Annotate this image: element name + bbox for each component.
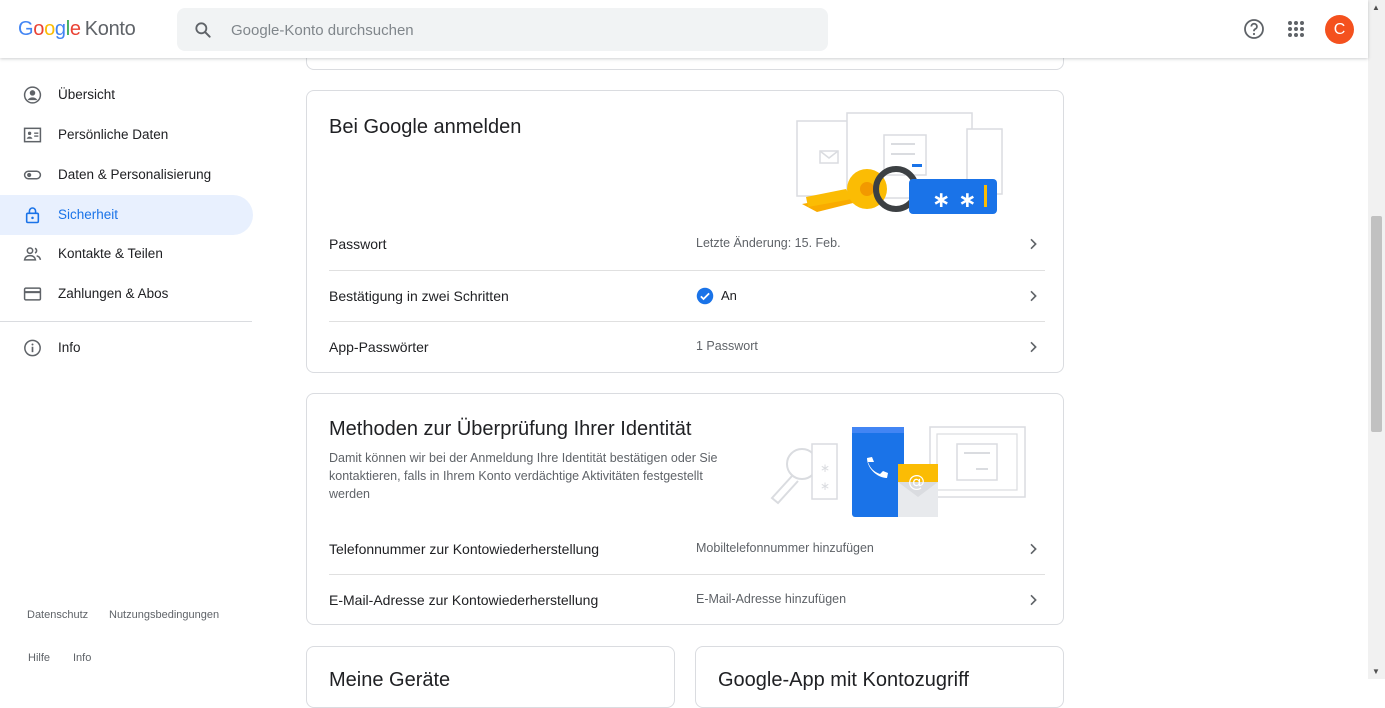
google-konto-logo[interactable]: Google Konto — [18, 18, 136, 41]
signin-card: Bei Google anmelden ∗ ∗ Passwort Letzte … — [306, 90, 1064, 373]
row-label: Bestätigung in zwei Schritten — [329, 288, 509, 304]
sidebar-item-kontakte-teilen[interactable]: Kontakte & Teilen — [0, 234, 253, 274]
chevron-right-icon — [1030, 238, 1037, 250]
search-input[interactable] — [229, 8, 793, 53]
recovery-phone-email-illustration: ∗ ∗ @ — [770, 426, 1026, 517]
chevron-right-icon — [1030, 290, 1037, 302]
sidebar-item-info[interactable]: Info — [0, 328, 253, 368]
sidebar-item-sicherheit[interactable]: Sicherheit — [0, 195, 253, 235]
app-header: GoogleKonto C — [0, 0, 1368, 58]
card-title: Bei Google anmelden — [329, 116, 522, 138]
identity-verification-card: Methoden zur Überprüfung Ihrer Identität… — [306, 393, 1064, 625]
check-circle-icon — [696, 287, 714, 305]
sidebar-divider — [0, 321, 252, 322]
sidebar-item-zahlungen-abos[interactable]: Zahlungen & Abos — [0, 274, 253, 314]
chevron-right-icon — [1030, 341, 1037, 353]
id-card-icon — [23, 127, 42, 143]
footer-link-hilfe[interactable]: Hilfe — [28, 652, 50, 664]
card-description: Damit können wir bei der Anmeldung Ihre … — [329, 451, 718, 501]
row-value: Mobiltelefonnummer hinzufügen — [696, 541, 874, 555]
svg-text:@: @ — [908, 472, 925, 492]
my-devices-card[interactable]: Meine Geräte — [306, 646, 675, 708]
svg-text:∗: ∗ — [820, 461, 830, 475]
app-passwords-row[interactable]: App-Passwörter 1 Passwort — [329, 321, 1045, 372]
sidebar-item-label: Persönliche Daten — [58, 127, 169, 142]
row-label: App-Passwörter — [329, 339, 429, 355]
sidebar-item-label: Zahlungen & Abos — [58, 286, 169, 301]
card-title: Google-App mit Kontozugriff — [718, 669, 969, 691]
scroll-up-arrow-icon[interactable]: ▲ — [1372, 3, 1380, 12]
row-label: Passwort — [329, 236, 387, 252]
third-party-apps-card[interactable]: Google-App mit Kontozugriff — [695, 646, 1064, 708]
footer-link-nutzungsbedingungen[interactable]: Nutzungsbedingungen — [109, 609, 219, 621]
lock-icon — [25, 207, 40, 224]
chevron-right-icon — [1030, 594, 1037, 606]
account-avatar[interactable]: C — [1325, 15, 1354, 44]
footer-link-info[interactable]: Info — [73, 652, 91, 664]
row-value: 1 Passwort — [696, 339, 758, 353]
card-title: Methoden zur Überprüfung Ihrer Identität — [329, 418, 692, 440]
svg-text:∗ ∗: ∗ ∗ — [932, 188, 977, 213]
chevron-right-icon — [1030, 543, 1037, 555]
sidebar-item-label: Info — [58, 340, 81, 355]
toggle-icon — [23, 170, 42, 180]
two-step-verification-row[interactable]: Bestätigung in zwei Schritten An — [329, 270, 1045, 321]
row-value: Letzte Änderung: 15. Feb. — [696, 236, 841, 250]
search-box[interactable] — [177, 8, 828, 53]
row-label: E-Mail-Adresse zur Kontowiederherstellun… — [329, 592, 599, 608]
scroll-down-arrow-icon[interactable]: ▼ — [1372, 667, 1380, 676]
scrollbar-thumb[interactable] — [1371, 216, 1382, 432]
row-value: E-Mail-Adresse hinzufügen — [696, 592, 847, 606]
product-name: Konto — [84, 18, 136, 40]
help-icon[interactable] — [1242, 17, 1266, 41]
sidebar-item-daten-personalisierung[interactable]: Daten & Personalisierung — [0, 155, 253, 195]
sidebar-item-persoenliche-daten[interactable]: Persönliche Daten — [0, 115, 253, 155]
recovery-email-row[interactable]: E-Mail-Adresse zur Kontowiederherstellun… — [329, 574, 1045, 624]
password-key-illustration: ∗ ∗ — [796, 112, 1003, 214]
page-scrollbar[interactable]: ▲ ▼ — [1368, 0, 1385, 679]
info-icon — [24, 339, 41, 357]
sidebar-item-label: Daten & Personalisierung — [58, 167, 212, 182]
sidebar-item-label: Sicherheit — [58, 207, 119, 222]
password-row[interactable]: Passwort Letzte Änderung: 15. Feb. — [329, 219, 1045, 269]
row-label: Telefonnummer zur Kontowiederherstellung — [329, 541, 600, 557]
footer-link-datenschutz[interactable]: Datenschutz — [27, 609, 88, 621]
people-icon — [23, 247, 42, 261]
recovery-phone-row[interactable]: Telefonnummer zur Kontowiederherstellung… — [329, 524, 1045, 574]
credit-card-icon — [23, 287, 42, 301]
row-value: An — [721, 288, 737, 303]
sidebar-item-uebersicht[interactable]: Übersicht — [0, 75, 253, 115]
card-title: Meine Geräte — [329, 669, 451, 691]
sidebar-item-label: Übersicht — [58, 87, 116, 102]
apps-grid-icon[interactable] — [1284, 17, 1308, 41]
svg-text:∗: ∗ — [820, 479, 830, 493]
account-circle-icon — [23, 86, 42, 104]
search-icon[interactable] — [193, 20, 213, 40]
sidebar-item-label: Kontakte & Teilen — [58, 246, 163, 261]
